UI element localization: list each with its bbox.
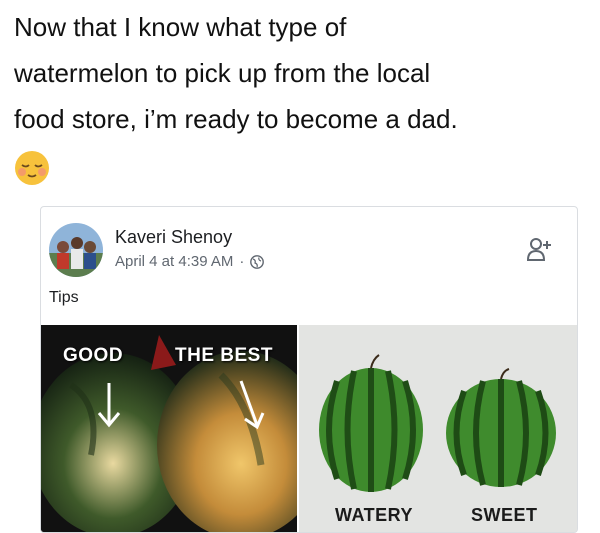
label-good: GOOD: [63, 345, 124, 366]
caption-line-1: Now that I know what type of: [14, 12, 347, 42]
post-author-name[interactable]: Kaveri Shenoy: [115, 227, 232, 248]
meta-separator: ·: [239, 253, 245, 270]
add-friend-icon[interactable]: [525, 235, 555, 265]
meme-caption: Now that I know what type of watermelon …: [14, 4, 594, 142]
label-sweet: SWEET: [471, 505, 538, 525]
post-meta: April 4 at 4:39 AM ·: [115, 253, 265, 270]
post-timestamp[interactable]: April 4 at 4:39 AM: [115, 253, 233, 270]
caption-line-3: food store, i’m ready to become a dad.: [14, 104, 458, 134]
globe-icon: [250, 254, 265, 269]
label-the-best: THE BEST: [175, 345, 273, 366]
post-text: Tips: [49, 289, 79, 306]
avatar[interactable]: [49, 223, 103, 277]
caption-line-2: watermelon to pick up from the local: [14, 58, 431, 88]
post-image-cut-watermelons[interactable]: GOOD THE BEST: [41, 325, 297, 532]
post-image-whole-watermelons[interactable]: WATERY SWEET: [299, 325, 577, 532]
label-watery: WATERY: [335, 505, 413, 525]
relieved-face-emoji-icon: [14, 150, 50, 186]
facebook-post-card: Kaveri Shenoy April 4 at 4:39 AM · Tips: [40, 206, 578, 533]
